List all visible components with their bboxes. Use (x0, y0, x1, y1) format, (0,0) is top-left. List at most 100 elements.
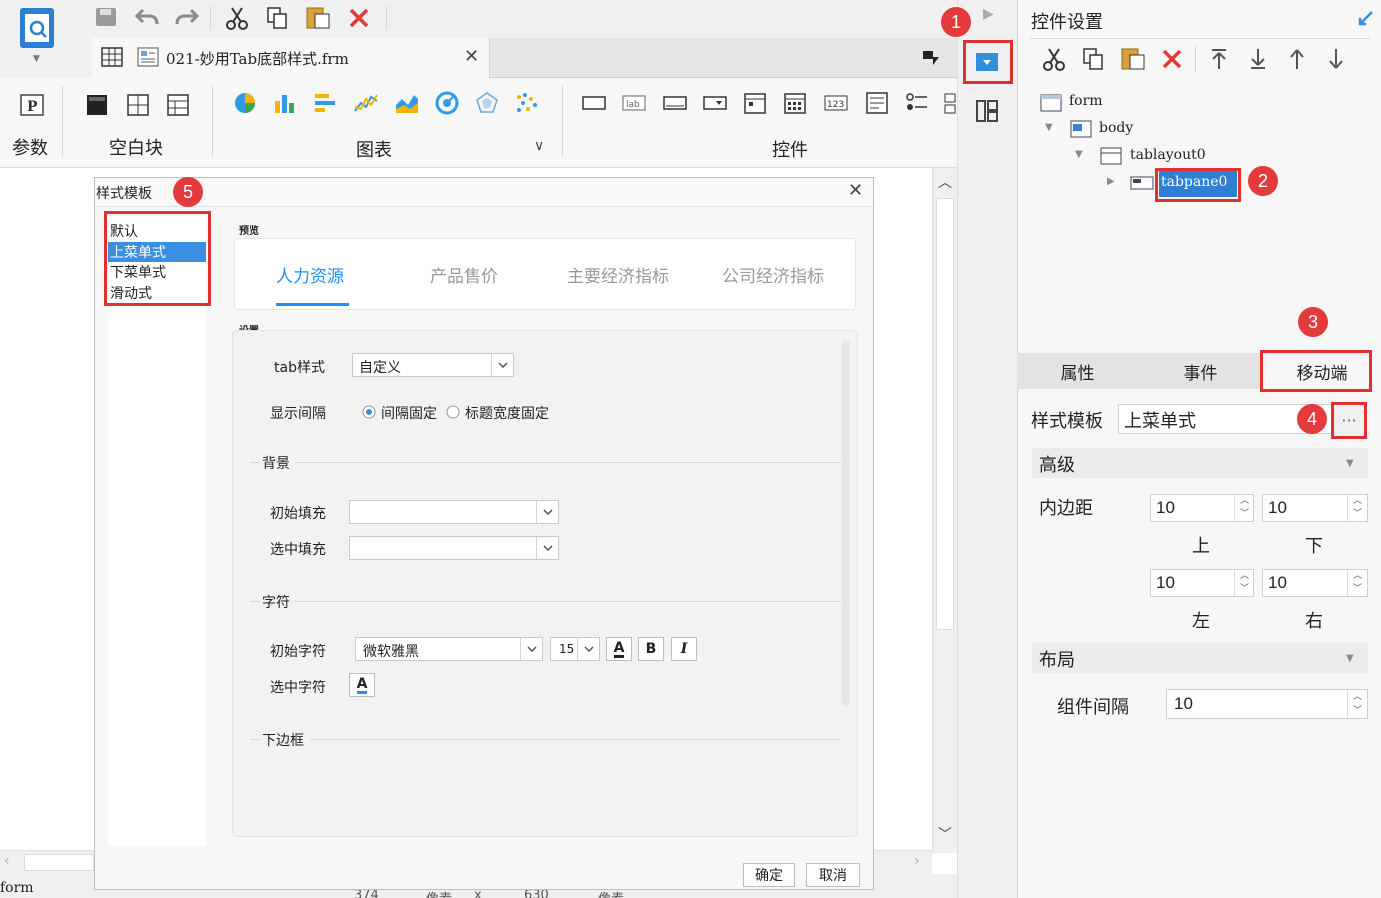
move-bottom-icon[interactable] (1246, 47, 1270, 71)
layout-panel-icon[interactable] (974, 98, 1000, 124)
horizontal-bar-chart-icon[interactable] (312, 90, 338, 116)
gap-input[interactable] (1166, 689, 1368, 719)
move-up-icon[interactable] (1285, 47, 1309, 71)
copy-icon[interactable] (264, 6, 290, 30)
initial-fill-select[interactable] (349, 500, 559, 524)
padding-left-stepper[interactable]: ︿ ﹀ (1234, 570, 1254, 596)
dialog-close-icon[interactable]: ✕ (848, 180, 863, 201)
textarea-widget-icon[interactable] (864, 90, 890, 116)
tree-node-body[interactable]: body (1099, 120, 1133, 136)
layout-collapse-icon[interactable]: ▼ (1346, 653, 1354, 664)
vertical-scroll-thumb[interactable] (936, 198, 954, 630)
scroll-left-icon[interactable]: ‹ (4, 853, 10, 869)
advanced-section-title: 高级 (1039, 455, 1075, 476)
font-family-dropdown-icon[interactable] (520, 638, 542, 660)
scatter-chart-icon[interactable] (514, 90, 540, 116)
redo-icon[interactable] (174, 6, 200, 28)
dashboard-chart-icon[interactable] (434, 90, 460, 116)
tab-menu-icon[interactable] (920, 48, 942, 68)
bar-chart-icon[interactable] (272, 90, 298, 116)
close-tab-icon[interactable]: ✕ (464, 46, 479, 67)
tab-properties[interactable]: 属性 (1017, 353, 1138, 389)
title-width-fixed-radio[interactable] (445, 404, 461, 420)
undo-icon[interactable] (134, 6, 160, 28)
scroll-up-icon[interactable]: ︿ (938, 172, 952, 192)
panel-paste-icon[interactable] (1119, 45, 1147, 71)
preview-tab-hr: 人力资源 (276, 267, 344, 287)
tab-events[interactable]: 事件 (1140, 353, 1261, 389)
line-chart-icon[interactable] (352, 90, 380, 116)
padding-right-stepper[interactable]: ︿ ﹀ (1347, 570, 1367, 596)
tree-collapse-tablayout-icon[interactable]: ▼ (1075, 149, 1083, 160)
scroll-down-icon[interactable]: ﹀ (938, 824, 952, 844)
font-size-select[interactable]: 15 (550, 637, 600, 661)
radio-group-widget-icon[interactable] (904, 90, 930, 116)
tree-node-tablayout[interactable]: tablayout0 (1130, 147, 1206, 163)
selected-fill-dropdown-icon[interactable] (536, 537, 558, 559)
tab-style-select[interactable]: 自定义 (352, 353, 514, 377)
canvas-vertical-scrollbar[interactable]: ︿ ﹀ (932, 168, 957, 853)
dropdown-widget-icon[interactable] (701, 92, 729, 114)
layout-section-header[interactable] (1032, 643, 1368, 673)
panel-copy-icon[interactable] (1080, 47, 1106, 71)
annotation-box-2 (1155, 168, 1241, 202)
cut-icon[interactable] (224, 6, 250, 30)
delete-icon[interactable] (346, 6, 372, 30)
padding-top-stepper[interactable]: ︿ ﹀ (1234, 495, 1254, 521)
text-field-widget-icon[interactable] (661, 92, 689, 114)
blank-block-dark-icon[interactable] (84, 92, 110, 118)
parameter-icon[interactable]: P (18, 92, 46, 118)
panel-pin-icon[interactable] (1356, 8, 1376, 28)
padding-right-caption: 右 (1305, 611, 1323, 632)
cancel-button[interactable]: 取消 (806, 863, 860, 887)
layout-section-title: 布局 (1039, 650, 1075, 671)
move-top-icon[interactable] (1207, 47, 1231, 71)
font-size-dropdown-icon[interactable] (577, 638, 599, 660)
scroll-right-icon[interactable]: › (914, 853, 920, 869)
tree-collapse-body-icon[interactable]: ▼ (1045, 122, 1053, 133)
ribbon-group-charts: 图表 (356, 140, 392, 161)
font-family-select[interactable]: 微软雅黑 (355, 637, 543, 661)
tree-expand-tabpane-icon[interactable]: ▶ (1107, 176, 1115, 187)
selected-font-color-button[interactable]: A (349, 673, 375, 697)
initial-font-color-button[interactable]: A (606, 637, 632, 661)
horizontal-scroll-thumb[interactable] (24, 854, 94, 871)
settings-scrollbar[interactable] (842, 340, 850, 706)
pie-chart-icon[interactable] (232, 90, 258, 116)
gap-stepper[interactable]: ︿ ﹀ (1347, 690, 1367, 718)
style-template-label: 样式模板 (1031, 411, 1103, 432)
grid-view-icon[interactable] (100, 46, 124, 68)
italic-button[interactable]: I (671, 637, 697, 661)
more-widgets-icon[interactable] (943, 90, 957, 116)
initial-fill-dropdown-icon[interactable] (536, 501, 558, 523)
paste-icon[interactable] (304, 4, 332, 30)
logo-dropdown-icon[interactable]: ▼ (33, 54, 40, 64)
tree-node-form[interactable]: form (1069, 93, 1103, 109)
label-widget-icon[interactable]: lab (620, 92, 648, 114)
selected-fill-select[interactable] (349, 536, 559, 560)
panel-delete-icon[interactable] (1159, 47, 1185, 71)
save-icon[interactable] (94, 6, 118, 28)
tab-style-dropdown-icon[interactable] (491, 354, 513, 376)
bold-button[interactable]: B (638, 637, 664, 661)
blank-block-split-icon[interactable] (125, 92, 151, 118)
area-chart-icon[interactable] (393, 90, 421, 116)
padding-bottom-stepper[interactable]: ︿ ﹀ (1347, 495, 1367, 521)
gap-label: 组件间隔 (1057, 697, 1129, 718)
number-widget-icon[interactable]: 123 (822, 92, 850, 114)
move-down-icon[interactable] (1324, 47, 1348, 71)
blank-block-grid-icon[interactable] (165, 92, 191, 118)
panel-cut-icon[interactable] (1041, 47, 1067, 71)
designer-logo-icon[interactable] (18, 6, 58, 54)
advanced-collapse-icon[interactable]: ▼ (1346, 458, 1354, 469)
button-widget-icon[interactable] (580, 92, 608, 114)
annotation-badge-3: 3 (1298, 307, 1328, 337)
radar-chart-icon[interactable] (474, 90, 500, 116)
advanced-section-header[interactable] (1032, 448, 1368, 478)
ok-button[interactable]: 确定 (743, 863, 795, 887)
calendar-widget-icon[interactable] (782, 90, 808, 116)
gutter-expand-icon[interactable]: ▶ (983, 6, 994, 22)
spacing-fixed-radio[interactable] (361, 404, 377, 420)
date-widget-icon[interactable] (742, 90, 768, 116)
charts-expand-icon[interactable]: ∨ (534, 138, 544, 154)
